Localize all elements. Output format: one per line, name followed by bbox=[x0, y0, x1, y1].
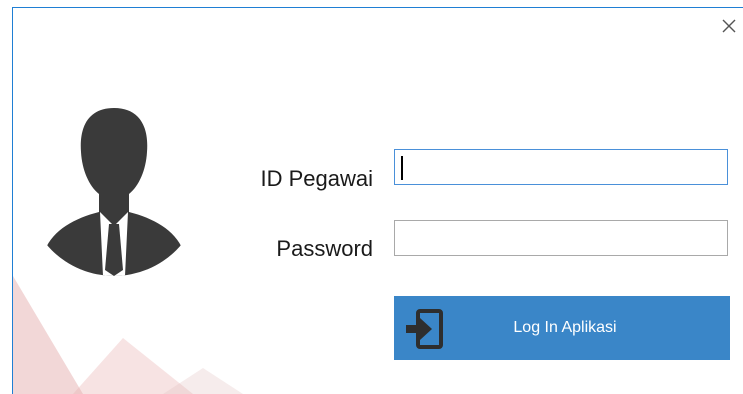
password-input[interactable] bbox=[394, 220, 728, 256]
login-button-label: Log In Aplikasi bbox=[513, 319, 617, 336]
login-button[interactable]: Log In Aplikasi bbox=[394, 296, 730, 360]
login-window: ID Pegawai Password Log In Aplikasi bbox=[12, 7, 743, 394]
password-label: Password bbox=[276, 236, 373, 261]
user-silhouette-icon bbox=[45, 108, 183, 276]
employee-id-label: ID Pegawai bbox=[260, 166, 373, 191]
text-caret bbox=[401, 156, 403, 180]
employee-id-input[interactable] bbox=[394, 149, 728, 185]
close-button[interactable] bbox=[719, 16, 739, 36]
sign-in-icon bbox=[406, 309, 443, 349]
close-icon bbox=[722, 19, 736, 33]
